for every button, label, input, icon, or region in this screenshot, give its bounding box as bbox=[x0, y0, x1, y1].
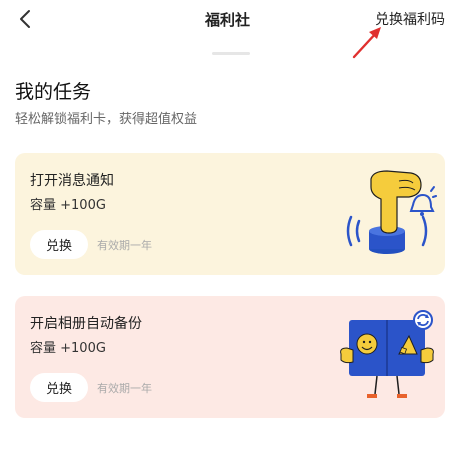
validity-text: 有效期一年 bbox=[97, 382, 152, 395]
notification-bell-hand-icon bbox=[346, 170, 437, 254]
section-subtitle: 轻松解锁福利卡，获得超值权益 bbox=[15, 112, 198, 127]
red-arrow-icon bbox=[352, 27, 381, 59]
welfare-page: 福利社 兑换福利码 我的任务 轻松解锁福利卡，获得超值权益 打开消息通知 容量 … bbox=[0, 0, 455, 461]
task-name: 打开消息通知 bbox=[30, 173, 114, 189]
validity-text: 有效期一年 bbox=[97, 239, 152, 252]
top-navigation-bar: 福利社 兑换福利码 bbox=[0, 0, 455, 44]
redeem-button[interactable]: 兑换 bbox=[30, 230, 88, 259]
task-name: 开启相册自动备份 bbox=[30, 316, 142, 332]
task-card-notification: 打开消息通知 容量 +100G 兑换 有效期一年 bbox=[15, 153, 445, 275]
task-reward: 容量 +100G bbox=[30, 341, 106, 356]
redeem-code-link[interactable]: 兑换福利码 bbox=[375, 9, 445, 29]
task-card-photo-backup: 开启相册自动备份 容量 +100G 兑换 有效期一年 bbox=[15, 296, 445, 418]
task-reward: 容量 +100G bbox=[30, 198, 106, 213]
section-title: 我的任务 bbox=[15, 81, 92, 103]
drag-indicator bbox=[212, 52, 250, 55]
redeem-button[interactable]: 兑换 bbox=[30, 373, 88, 402]
photo-album-sync-icon bbox=[340, 310, 434, 398]
